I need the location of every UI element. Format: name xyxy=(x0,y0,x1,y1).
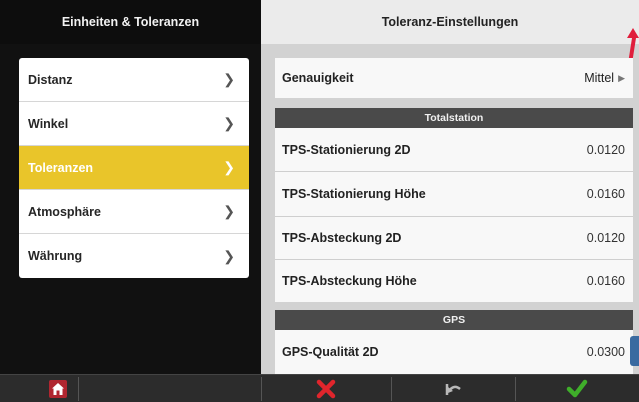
undo-icon xyxy=(445,384,461,395)
tolerance-label: TPS-Absteckung Höhe xyxy=(282,274,417,288)
tolerance-label: GPS-Qualität 2D xyxy=(282,345,379,359)
category-item-atmosphere[interactable]: Atmosphäre ❯ xyxy=(19,190,249,234)
tolerance-label: TPS-Stationierung 2D xyxy=(282,142,411,157)
category-item-label: Atmosphäre xyxy=(28,204,101,219)
chevron-right-icon: ❯ xyxy=(223,71,235,87)
tolerance-row-tps-station-2d[interactable]: TPS-Stationierung 2D 0.0120 xyxy=(275,128,633,171)
tolerance-value: 0.0120 xyxy=(586,142,625,157)
accuracy-label: Genauigkeit xyxy=(282,71,354,85)
category-item-angle[interactable]: Winkel ❯ xyxy=(19,102,249,146)
side-drawer-handle[interactable] xyxy=(630,336,639,366)
category-item-label: Winkel xyxy=(28,116,69,131)
chevron-right-icon: ❯ xyxy=(223,115,235,131)
home-icon xyxy=(49,380,67,398)
undo-button[interactable] xyxy=(391,375,515,402)
bottom-toolbar xyxy=(0,374,639,402)
triangle-right-icon: ▶ xyxy=(618,72,625,83)
tolerance-row-gps-quality-2d[interactable]: GPS-Qualität 2D 0.0300 xyxy=(275,330,633,374)
tolerance-label: TPS-Absteckung 2D xyxy=(282,231,402,245)
category-item-label: Währung xyxy=(28,249,83,263)
tolerance-value: 0.0160 xyxy=(586,187,625,201)
category-item-label: Toleranzen xyxy=(28,160,94,175)
category-list: Distanz ❯ Winkel ❯ Toleranzen ❯ Atmosphä… xyxy=(19,58,249,278)
tolerance-value: 0.0160 xyxy=(586,274,625,288)
tolerance-row-tps-stakeout-2d[interactable]: TPS-Absteckung 2D 0.0120 xyxy=(275,217,633,259)
section-header-gps: GPS xyxy=(275,310,633,330)
chevron-right-icon: ❯ xyxy=(223,159,235,175)
accuracy-value: Mittel xyxy=(584,71,615,85)
toolbar-divider xyxy=(78,377,79,401)
tolerance-label: TPS-Stationierung Höhe xyxy=(282,187,426,201)
category-item-currency[interactable]: Währung ❯ xyxy=(19,234,249,278)
section-header-totalstation: Totalstation xyxy=(275,108,633,128)
confirm-check-icon xyxy=(566,379,588,398)
cancel-button[interactable] xyxy=(261,375,391,402)
units-tolerances-panel: Einheiten & Toleranzen Distanz ❯ Winkel … xyxy=(0,0,261,374)
confirm-button[interactable] xyxy=(515,375,639,402)
chevron-right-icon: ❯ xyxy=(223,247,235,264)
home-button[interactable] xyxy=(38,375,78,402)
category-item-tolerances[interactable]: Toleranzen ❯ xyxy=(19,146,249,190)
left-panel-title: Einheiten & Toleranzen xyxy=(0,0,261,44)
tolerance-value: 0.0300 xyxy=(586,345,625,359)
category-item-distance[interactable]: Distanz ❯ xyxy=(19,58,249,102)
accuracy-dropdown[interactable]: Genauigkeit Mittel ▶ xyxy=(275,58,633,98)
right-panel-title: Toleranz-Einstellungen xyxy=(261,0,639,44)
tolerance-value: 0.0120 xyxy=(586,231,625,245)
category-item-label: Distanz xyxy=(28,72,73,87)
chevron-right-icon: ❯ xyxy=(223,203,235,219)
tolerance-row-tps-station-height[interactable]: TPS-Stationierung Höhe 0.0160 xyxy=(275,172,633,216)
tolerance-settings-panel: Toleranz-Einstellungen Genauigkeit Mitte… xyxy=(261,0,639,374)
tolerance-row-tps-stakeout-height[interactable]: TPS-Absteckung Höhe 0.0160 xyxy=(275,260,633,302)
cancel-x-icon xyxy=(316,379,336,399)
